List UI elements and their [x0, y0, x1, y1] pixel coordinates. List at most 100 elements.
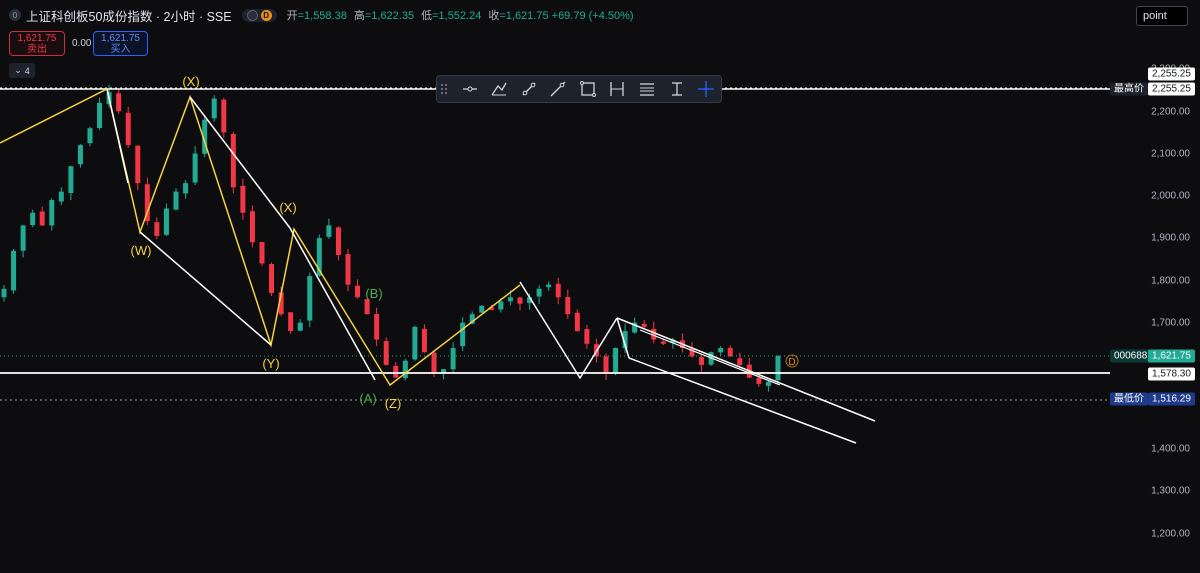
axis-tick: 2,000.00	[1151, 190, 1190, 202]
candle-body	[498, 301, 504, 310]
highest-price-tag: 2,255.25	[1148, 82, 1195, 96]
crosshair-icon[interactable]	[691, 77, 721, 101]
axis-tick: 1,800.00	[1151, 275, 1190, 287]
candle-body	[335, 227, 341, 255]
candle-body	[326, 225, 332, 237]
candle-body	[49, 200, 55, 226]
candle-body	[240, 185, 246, 213]
candle-body	[135, 145, 141, 184]
candle-body	[393, 365, 399, 378]
candle-body	[154, 222, 160, 236]
event-marker-letter: D	[788, 357, 795, 368]
current-symbol-tag: 000688	[1110, 349, 1152, 363]
path-curve-icon[interactable]	[484, 77, 514, 101]
wave-label-x2: (X)	[279, 200, 296, 215]
current-price-tag: 1,621.75	[1148, 349, 1195, 363]
trend-line-icon[interactable]	[514, 77, 544, 101]
candle-body	[364, 299, 370, 315]
candle-body	[269, 264, 275, 294]
horizontal-line-icon[interactable]	[455, 77, 485, 101]
candle-body	[1, 288, 7, 298]
candle-body	[507, 297, 513, 302]
white-wave-segment-e	[519, 281, 618, 380]
highest-price-label: 最高价	[1110, 82, 1148, 96]
candle-body	[68, 166, 74, 193]
yellow-wave-path	[0, 87, 521, 387]
wave-label-z: (Z)	[385, 396, 402, 411]
axis-tick: 1,900.00	[1151, 232, 1190, 244]
rectangle-icon[interactable]	[573, 77, 603, 101]
candle-body	[259, 242, 265, 264]
candle-body	[727, 347, 733, 357]
candle-body	[355, 285, 361, 298]
candle-body	[613, 348, 619, 373]
candle-body	[183, 183, 189, 194]
candle-body	[383, 341, 389, 365]
candle-body	[97, 102, 103, 128]
axis-tick: 1,200.00	[1151, 528, 1190, 540]
candle-body	[402, 360, 408, 379]
lowest-price-label: 最低价	[1110, 392, 1148, 406]
candle-body	[192, 153, 198, 183]
candle-body	[30, 212, 36, 226]
date-range-icon[interactable]	[603, 77, 633, 101]
candle-body	[249, 211, 255, 243]
white-wave-segment-d	[289, 227, 376, 381]
candle-body	[116, 93, 122, 112]
candle-body	[87, 128, 93, 144]
candle-body	[39, 211, 45, 226]
candle-body	[374, 314, 380, 340]
white-wave-segment-b	[139, 231, 272, 346]
white-wave-segment-c	[189, 96, 291, 229]
channel-inner-line	[639, 329, 781, 386]
wave-label-w: (W)	[131, 243, 152, 258]
candle-body	[775, 355, 781, 381]
wave-label-y: (Y)	[262, 356, 279, 371]
candle-body	[11, 250, 17, 291]
axis-tick: 2,200.00	[1151, 106, 1190, 118]
candle-body	[479, 305, 485, 313]
fixed-range-icon[interactable]	[662, 77, 692, 101]
candle-body	[584, 329, 590, 344]
axis-tick: 1,300.00	[1151, 485, 1190, 497]
price-range-icon[interactable]	[632, 77, 662, 101]
top-line-price-tag: 2,255.25	[1148, 67, 1195, 81]
candle-body	[536, 288, 542, 297]
candle-body	[163, 208, 169, 235]
candle-body	[660, 341, 666, 344]
candle-body	[565, 297, 571, 315]
candle-body	[297, 322, 303, 331]
wave-label-x1: (X)	[182, 74, 199, 89]
candle-body	[20, 225, 26, 251]
candle-body	[125, 112, 131, 146]
candle-body	[211, 98, 217, 119]
axis-tick: 1,700.00	[1151, 317, 1190, 329]
candle-body	[517, 297, 523, 304]
wave-label-b: (B)	[365, 286, 382, 301]
candle-body	[412, 326, 418, 360]
drag-grip-icon[interactable]	[441, 81, 449, 97]
candle-body	[77, 145, 83, 165]
candle-body	[307, 276, 313, 321]
candle-body	[221, 99, 227, 133]
candle-body	[58, 191, 64, 202]
candle-body	[765, 381, 771, 386]
lowest-price-tag: 1,516.29	[1148, 392, 1195, 406]
candle-body	[737, 358, 743, 365]
candle-body	[718, 348, 724, 353]
candle-body	[345, 254, 351, 285]
candle-body	[546, 284, 552, 288]
ray-line-icon[interactable]	[544, 77, 574, 101]
candle-body	[421, 328, 427, 353]
candle-body	[460, 322, 466, 347]
candle-body	[555, 283, 561, 298]
drawing-toolbar	[436, 75, 722, 103]
candle-body	[756, 377, 762, 384]
candle-body	[603, 356, 609, 374]
candle-body	[230, 133, 236, 188]
candle-body	[288, 312, 294, 332]
wave-label-a: (A)	[359, 391, 376, 406]
candle-body	[574, 312, 580, 332]
candle-body	[641, 323, 647, 327]
channel-upper-line	[616, 317, 876, 422]
